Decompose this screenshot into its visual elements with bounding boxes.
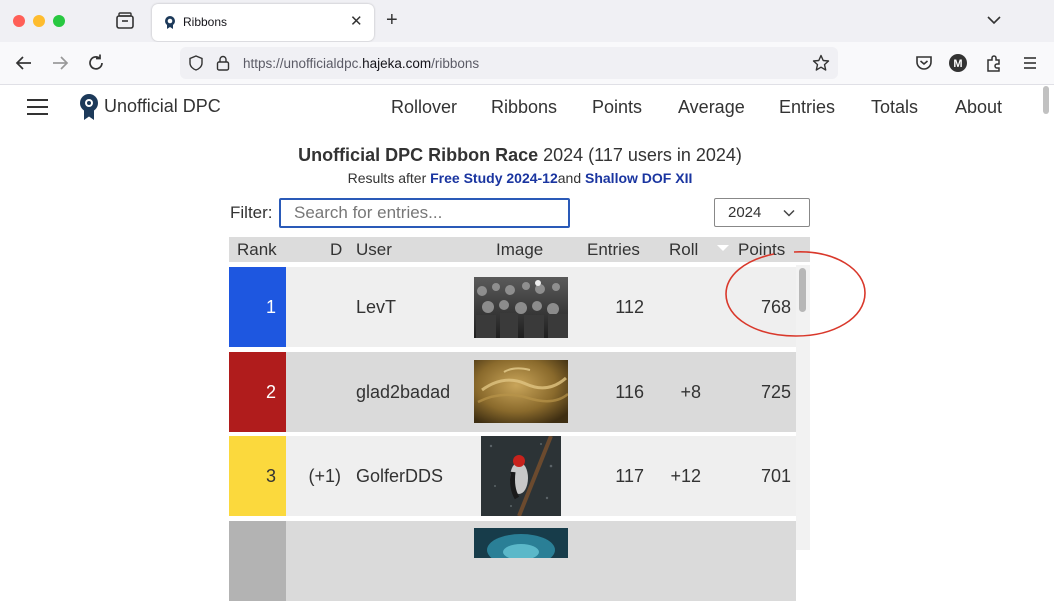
app-menu-icon[interactable] [1020,53,1040,73]
browser-nav-bar: https://unofficialdpc.hajeka.com/ribbons… [0,42,1054,85]
points-cell: 701 [760,466,791,486]
nav-entries[interactable]: Entries [779,97,835,118]
rank-cell: 2 [229,352,286,432]
points-cell: 725 [760,382,791,402]
annotation-circle [725,251,866,337]
entry-thumbnail-crowd[interactable] [474,277,568,338]
table-row[interactable] [229,521,796,601]
account-avatar-icon[interactable]: M [948,53,968,73]
tab-ribbons[interactable]: Ribbons ✕ [152,4,374,41]
user-cell[interactable]: GolferDDS [356,466,443,487]
nav-rollover[interactable]: Rollover [391,97,457,118]
results-subtitle: Results after Free Study 2024-12and Shal… [347,170,693,186]
rank-cell: 3 [229,436,286,516]
page-title: Unofficial DPC Ribbon Race 2024 (117 use… [298,145,742,165]
user-cell[interactable]: glad2badad [356,382,450,403]
d-cell: (+1) [308,466,341,486]
year-select-value: 2024 [728,204,762,221]
bookmark-star-icon[interactable] [812,54,830,72]
challenge-link-free-study[interactable]: Free Study 2024-12 [430,170,558,186]
col-user[interactable]: User [356,240,392,260]
tab-close-icon[interactable]: ✕ [350,12,363,30]
reload-icon[interactable] [86,53,106,73]
table-row[interactable]: 3 (+1) GolferDDS 117 +12 701 [229,436,796,516]
rank-cell: 1 [229,267,286,347]
tab-list-chevron-icon[interactable] [986,12,1002,28]
table-row[interactable]: 2 glad2badad 116 +8 725 [229,352,796,432]
entry-thumbnail-woodpecker[interactable] [481,436,561,516]
window-zoom-button[interactable] [53,15,65,27]
chevron-down-icon [783,209,795,217]
window-minimize-button[interactable] [33,15,45,27]
entries-cell: 117 [615,466,644,486]
col-d[interactable]: D [330,240,342,260]
nav-about[interactable]: About [955,97,1002,118]
shield-icon[interactable] [188,55,204,71]
lock-icon[interactable] [216,55,230,71]
nav-ribbons[interactable]: Ribbons [491,97,557,118]
page-scrollbar[interactable] [1043,86,1049,114]
extensions-puzzle-icon[interactable] [984,53,1004,73]
nav-points[interactable]: Points [592,97,642,118]
entry-thumbnail-teal[interactable] [474,528,568,558]
entries-cell: 116 [615,382,644,402]
pocket-icon[interactable] [914,53,934,73]
site-logo-text[interactable]: Unofficial DPC [104,96,221,117]
rank-cell [229,521,286,601]
entry-thumbnail-sand[interactable] [474,360,568,423]
nav-totals[interactable]: Totals [871,97,918,118]
forward-arrow-icon[interactable] [50,53,70,73]
ribbon-logo-icon[interactable] [78,93,100,121]
site-menu-icon[interactable] [27,99,48,115]
user-cell[interactable]: LevT [356,297,396,318]
entries-cell: 112 [615,297,644,317]
filter-label: Filter: [230,203,273,222]
tab-title: Ribbons [183,15,228,29]
back-arrow-icon[interactable] [14,53,34,73]
year-select[interactable]: 2024 [714,198,810,227]
challenge-link-shallow-dof[interactable]: Shallow DOF XII [585,170,692,186]
filter-search-input[interactable] [279,198,570,228]
tab-overview-icon[interactable] [114,10,136,32]
url-text[interactable]: https://unofficialdpc.hajeka.com/ribbons [243,56,479,71]
roll-cell: +8 [680,382,701,402]
nav-average[interactable]: Average [678,97,745,118]
col-rank[interactable]: Rank [237,240,277,260]
window-close-button[interactable] [13,15,25,27]
address-bar[interactable]: https://unofficialdpc.hajeka.com/ribbons [180,47,838,79]
browser-tab-bar: Ribbons ✕ + [0,0,1054,42]
new-tab-button[interactable]: + [386,9,398,32]
site-favicon-icon [165,16,175,29]
col-roll[interactable]: Roll [669,240,698,260]
table-row[interactable]: 1 LevT 112 768 [229,267,796,347]
col-image[interactable]: Image [496,240,543,260]
col-entries[interactable]: Entries [587,240,640,260]
roll-cell: +12 [670,466,701,486]
svg-text:M: M [953,58,962,70]
